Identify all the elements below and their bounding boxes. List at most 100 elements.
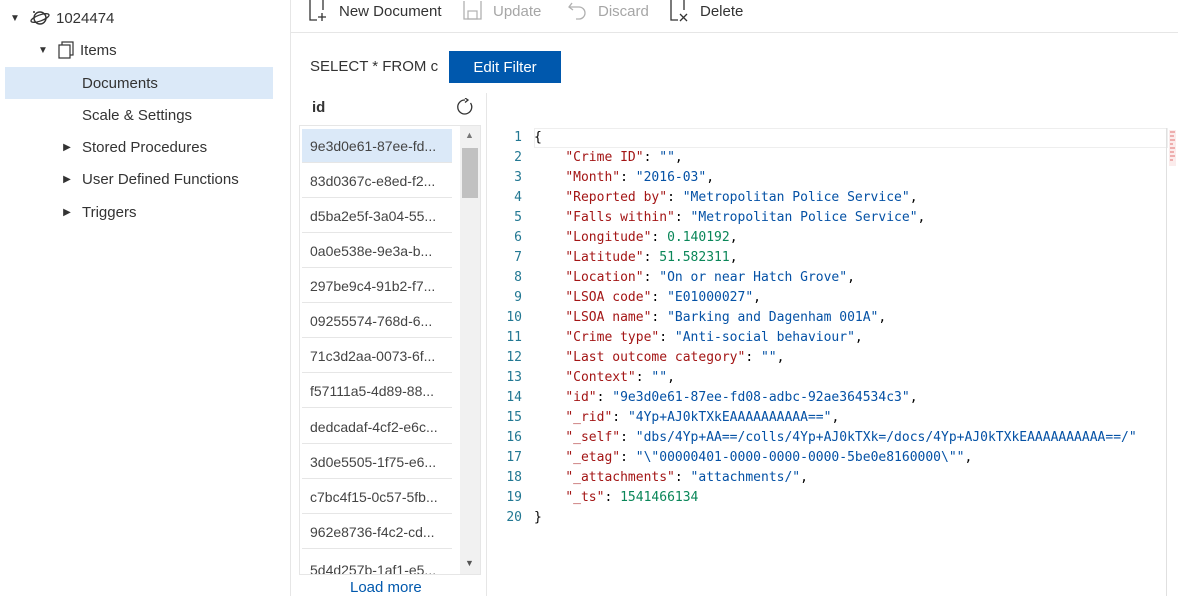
list-item[interactable]: dedcadaf-4cf2-e6c... (302, 410, 452, 444)
json-punctuation (534, 210, 565, 225)
line-number: 19 (506, 490, 522, 505)
list-item[interactable]: 297be9c4-91b2-f7... (302, 269, 452, 303)
line-number: 5 (514, 210, 522, 225)
code-line[interactable]: 13 "Context": "", (487, 368, 1168, 388)
edit-filter-button[interactable]: Edit Filter (449, 51, 561, 83)
json-punctuation: : (620, 450, 636, 465)
tree-item-triggers[interactable]: ▶ Triggers (60, 196, 136, 228)
discard-button[interactable]: Discard (568, 0, 649, 22)
json-punctuation: , (729, 230, 738, 245)
code-line[interactable]: 8 "Location": "On or near Hatch Grove", (487, 268, 1168, 288)
pane-splitter[interactable] (290, 0, 291, 596)
code-line[interactable]: 20} (487, 508, 1168, 528)
json-string: "Metropolitan Police Service" (682, 190, 910, 205)
tree-item-user-defined-functions[interactable]: ▶ User Defined Functions (60, 163, 239, 195)
json-punctuation: , (706, 170, 715, 185)
json-punctuation: , (800, 470, 808, 485)
cosmos-db-icon (30, 9, 50, 27)
json-number: 51.582311 (659, 250, 730, 265)
code-line[interactable]: 3 "Month": "2016-03", (487, 168, 1168, 188)
json-punctuation: , (964, 450, 973, 465)
code-line[interactable]: 6 "Longitude": 0.140192, (487, 228, 1168, 248)
json-punctuation: } (534, 510, 542, 525)
list-item[interactable]: 0a0e538e-9e3a-b... (302, 234, 452, 268)
line-number: 6 (514, 230, 522, 245)
line-number: 17 (506, 450, 522, 465)
tree-item-label: User Defined Functions (82, 170, 239, 188)
code-text: "Last outcome category": "", (534, 348, 784, 368)
json-punctuation (534, 310, 565, 325)
json-key: "Crime type" (565, 330, 660, 345)
code-line[interactable]: 12 "Last outcome category": "", (487, 348, 1168, 368)
code-line[interactable]: 11 "Crime type": "Anti-social behaviour"… (487, 328, 1168, 348)
json-punctuation: : (604, 490, 621, 505)
delete-button[interactable]: Delete (668, 0, 743, 22)
code-line[interactable]: 16 "_self": "dbs/4Yp+AA==/colls/4Yp+AJ0k… (487, 428, 1168, 448)
new-document-button[interactable]: New Document (307, 0, 442, 22)
tree-item-scale-settings[interactable]: Scale & Settings (82, 99, 192, 131)
list-item[interactable]: f57111a5-4d89-88... (302, 374, 452, 408)
expand-caret-icon[interactable]: ▶ (60, 142, 74, 153)
code-line[interactable]: 14 "id": "9e3d0e61-87ee-fd08-adbc-92ae36… (487, 388, 1168, 408)
tree-item-documents[interactable]: Documents (5, 67, 273, 99)
update-label: Update (493, 2, 542, 20)
code-line[interactable]: 9 "LSOA code": "E01000027", (487, 288, 1168, 308)
expand-caret-icon[interactable]: ▶ (60, 174, 74, 185)
code-line[interactable]: 10 "LSOA name": "Barking and Dagenham 00… (487, 308, 1168, 328)
list-item[interactable]: 3d0e5505-1f75-e6... (302, 445, 452, 479)
scrollbar-thumb[interactable] (462, 148, 478, 198)
list-item[interactable]: 09255574-768d-6... (302, 304, 452, 338)
list-item[interactable]: d5ba2e5f-3a04-55... (302, 199, 452, 233)
json-punctuation: , (917, 210, 926, 225)
json-punctuation: : (651, 230, 668, 245)
code-line[interactable]: 18 "_attachments": "attachments/", (487, 468, 1168, 488)
list-item[interactable]: 9e3d0e61-87ee-fd... (302, 129, 452, 163)
refresh-icon[interactable] (456, 97, 474, 119)
json-punctuation: : (651, 310, 668, 325)
json-key: "_etag" (565, 450, 621, 465)
code-line[interactable]: 5 "Falls within": "Metropolitan Police S… (487, 208, 1168, 228)
code-text: "_ts": 1541466134 (534, 488, 698, 508)
code-line[interactable]: 19 "_ts": 1541466134 (487, 488, 1168, 508)
code-line[interactable]: 15 "_rid": "4Yp+AJ0kTXkEAAAAAAAAAA==", (487, 408, 1168, 428)
expand-caret-icon[interactable]: ▶ (60, 207, 74, 218)
json-punctuation: , (909, 390, 918, 405)
tree-account-node[interactable]: ▼ 1024474 (8, 2, 114, 34)
update-button[interactable]: Update (463, 0, 541, 22)
list-item[interactable]: 962e8736-f4c2-cd... (302, 515, 452, 549)
scroll-down-arrow-icon[interactable]: ▼ (465, 558, 474, 568)
tree-item-label: Scale & Settings (82, 106, 193, 124)
list-item[interactable]: c7bc4f15-0c57-5fb... (302, 480, 452, 514)
json-punctuation: : (643, 270, 660, 285)
code-line[interactable]: 4 "Reported by": "Metropolitan Police Se… (487, 188, 1168, 208)
document-id-list[interactable]: 9e3d0e61-87ee-fd... 83d0367c-e8ed-f2... … (299, 125, 481, 575)
json-punctuation (534, 450, 565, 465)
json-editor[interactable]: 1{2 "Crime ID": "", 3 "Month": "2016-03",… (487, 128, 1168, 596)
json-key: "Reported by" (565, 190, 668, 205)
code-line[interactable]: 2 "Crime ID": "", (487, 148, 1168, 168)
json-key: "_ts" (565, 490, 605, 505)
json-punctuation (534, 430, 565, 445)
code-text: "_rid": "4Yp+AJ0kTXkEAAAAAAAAAA==", (534, 408, 839, 428)
json-punctuation: , (753, 290, 761, 305)
id-column-header: id (312, 99, 326, 116)
code-text: "Crime type": "Anti-social behaviour", (534, 328, 862, 348)
json-key: "_self" (565, 430, 621, 445)
list-item[interactable]: 5d4d257b-1af1-e5... (302, 551, 452, 574)
code-line[interactable]: 7 "Latitude": 51.582311, (487, 248, 1168, 268)
code-line[interactable]: 1{ (487, 128, 1168, 148)
list-item[interactable]: 83d0367c-e8ed-f2... (302, 164, 452, 198)
json-punctuation: , (909, 190, 918, 205)
tree-collection-node[interactable]: ▼ Items (36, 34, 117, 66)
scroll-up-arrow-icon[interactable]: ▲ (465, 130, 474, 140)
line-number: 10 (506, 310, 522, 325)
line-number: 13 (506, 370, 522, 385)
code-line[interactable]: 17 "_etag": "\"00000401-0000-0000-0000-5… (487, 448, 1168, 468)
list-item[interactable]: 71c3d2aa-0073-6f... (302, 339, 452, 373)
tree-item-stored-procedures[interactable]: ▶ Stored Procedures (60, 131, 207, 163)
expand-caret-icon[interactable]: ▼ (8, 13, 22, 24)
load-more-link[interactable]: Load more (350, 579, 422, 596)
json-punctuation: : (651, 290, 668, 305)
expand-caret-icon[interactable]: ▼ (36, 45, 50, 56)
list-scrollbar[interactable]: ▲ ▼ (460, 126, 480, 574)
